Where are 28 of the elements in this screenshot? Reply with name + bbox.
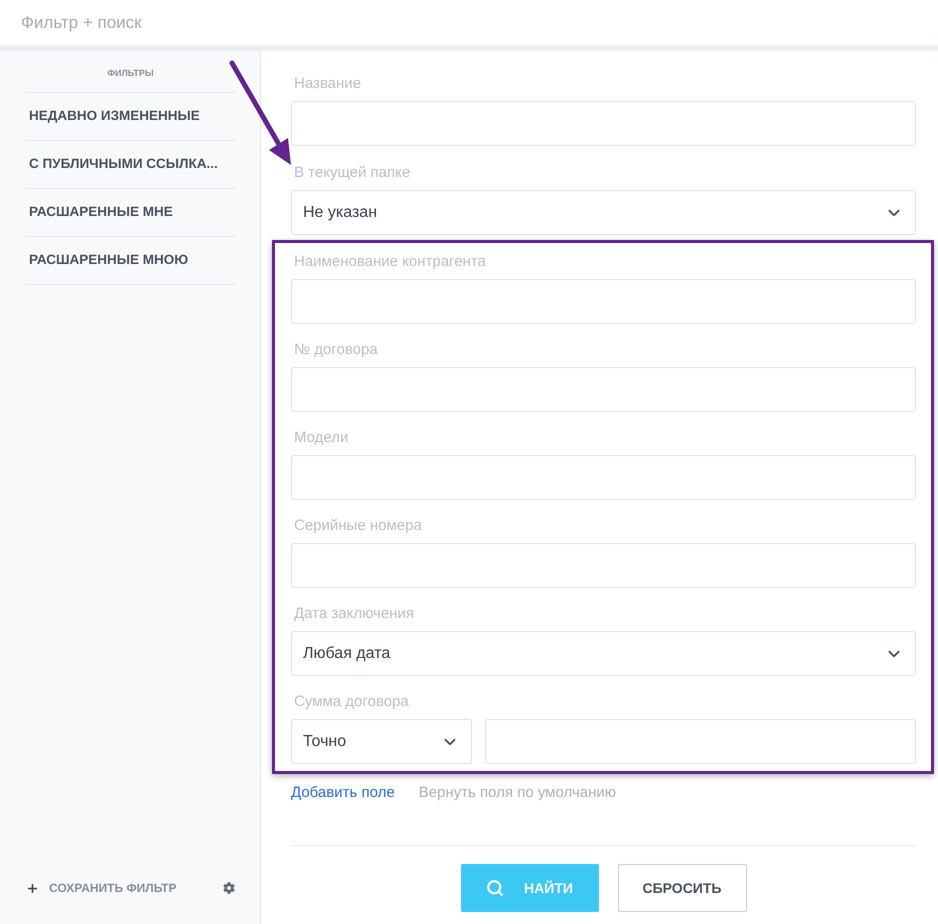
sidebar-item[interactable]: РАСШАРЕННЫЕ МНЕ (26, 189, 235, 237)
select-field[interactable]: Точно (291, 719, 472, 764)
field-label: В текущей папке (293, 163, 412, 183)
input-field[interactable] (291, 367, 916, 412)
select-field[interactable]: Любая дата (291, 631, 916, 676)
plus-icon (26, 882, 39, 894)
field-label: № договора (293, 340, 379, 360)
form-link[interactable]: Добавить поле (291, 782, 395, 804)
sidebar-heading: ФИЛЬТРЫ (107, 67, 154, 80)
input-field[interactable] (485, 719, 916, 764)
search-icon (486, 879, 504, 897)
input-field[interactable] (291, 455, 916, 500)
sidebar-item[interactable]: НЕДАВНО ИЗМЕНЕННЫЕ (26, 93, 235, 141)
sidebar-item[interactable]: РАСШАРЕННЫЕ МНОЮ (26, 237, 235, 285)
settings-icon[interactable] (223, 882, 235, 894)
header-title: Фильтр + поиск (21, 12, 142, 34)
field-label: Наименование контрагента (293, 252, 487, 272)
field-label: Дата заключения (293, 604, 415, 624)
sidebar-item[interactable]: С ПУБЛИЧНЫМИ ССЫЛКА... (26, 141, 235, 189)
field-label: Серийные номера (293, 516, 423, 536)
select-field[interactable]: Не указан (291, 190, 916, 235)
input-field[interactable] (291, 543, 916, 588)
field-label: Сумма договора (293, 692, 410, 712)
input-field[interactable] (291, 101, 916, 146)
field-label: Название (293, 74, 362, 94)
input-field[interactable] (291, 279, 916, 324)
field-label: Модели (293, 428, 350, 448)
reset-button[interactable]: СБРОСИТЬ (618, 864, 746, 912)
